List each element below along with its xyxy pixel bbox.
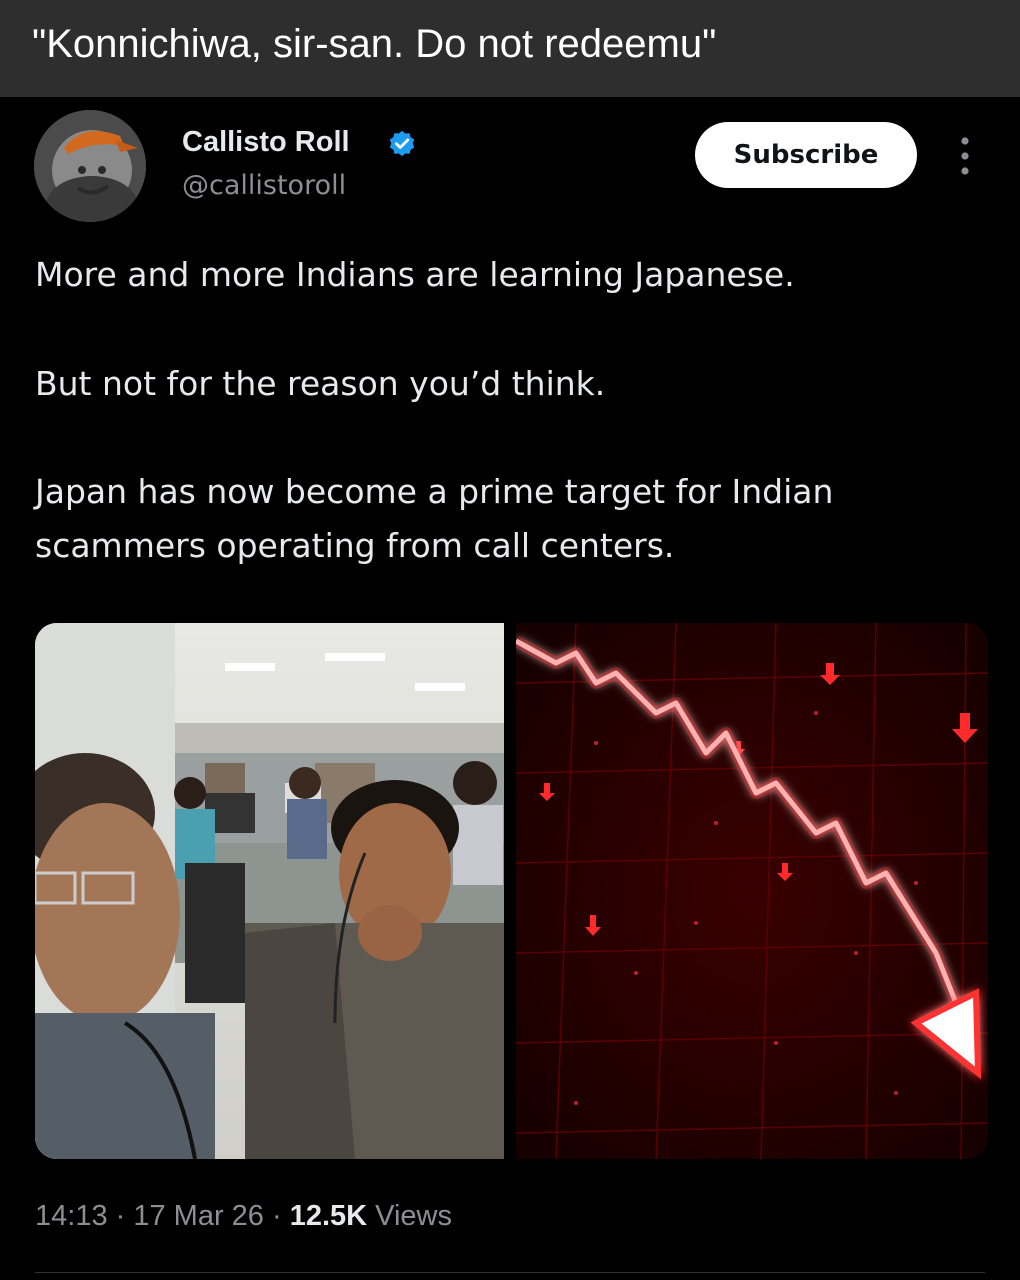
tweet-date[interactable]: 17 Mar 26 (133, 1200, 264, 1232)
subscribe-button[interactable]: Subscribe (695, 122, 917, 188)
caption-text: "Konnichiwa, sir-san. Do not redeemu" (32, 22, 717, 66)
tweet-text-line-4: scammers operating from call centers. (35, 526, 675, 565)
author-display-name[interactable]: Callisto Roll (182, 126, 350, 159)
tweet-media[interactable] (35, 623, 988, 1159)
avatar[interactable] (34, 110, 146, 222)
tweet-text-line-1: More and more Indians are learning Japan… (35, 255, 795, 294)
views-label: Views (367, 1200, 452, 1232)
more-options-icon[interactable] (955, 134, 975, 178)
call-center-photo[interactable] (35, 623, 504, 1159)
tweet-text-line-2: But not for the reason you’d think. (35, 364, 606, 403)
views-count: 12.5K (289, 1200, 368, 1232)
tweet-text-line-3: Japan has now become a prime target for … (35, 472, 834, 511)
divider (35, 1272, 985, 1273)
author-handle[interactable]: @callistoroll (182, 170, 346, 201)
tweet-timestamp-row: 14:13 · 17 Mar 26 · 12.5K Views (35, 1200, 452, 1233)
separator-dot: · (263, 1200, 290, 1232)
separator-dot: · (107, 1200, 134, 1232)
caption-bar: "Konnichiwa, sir-san. Do not redeemu" (0, 0, 1020, 97)
verified-badge-icon (389, 130, 415, 157)
avatar-image (34, 110, 146, 222)
red-decline-chart-image[interactable] (516, 623, 988, 1159)
tweet-time[interactable]: 14:13 (35, 1200, 108, 1232)
